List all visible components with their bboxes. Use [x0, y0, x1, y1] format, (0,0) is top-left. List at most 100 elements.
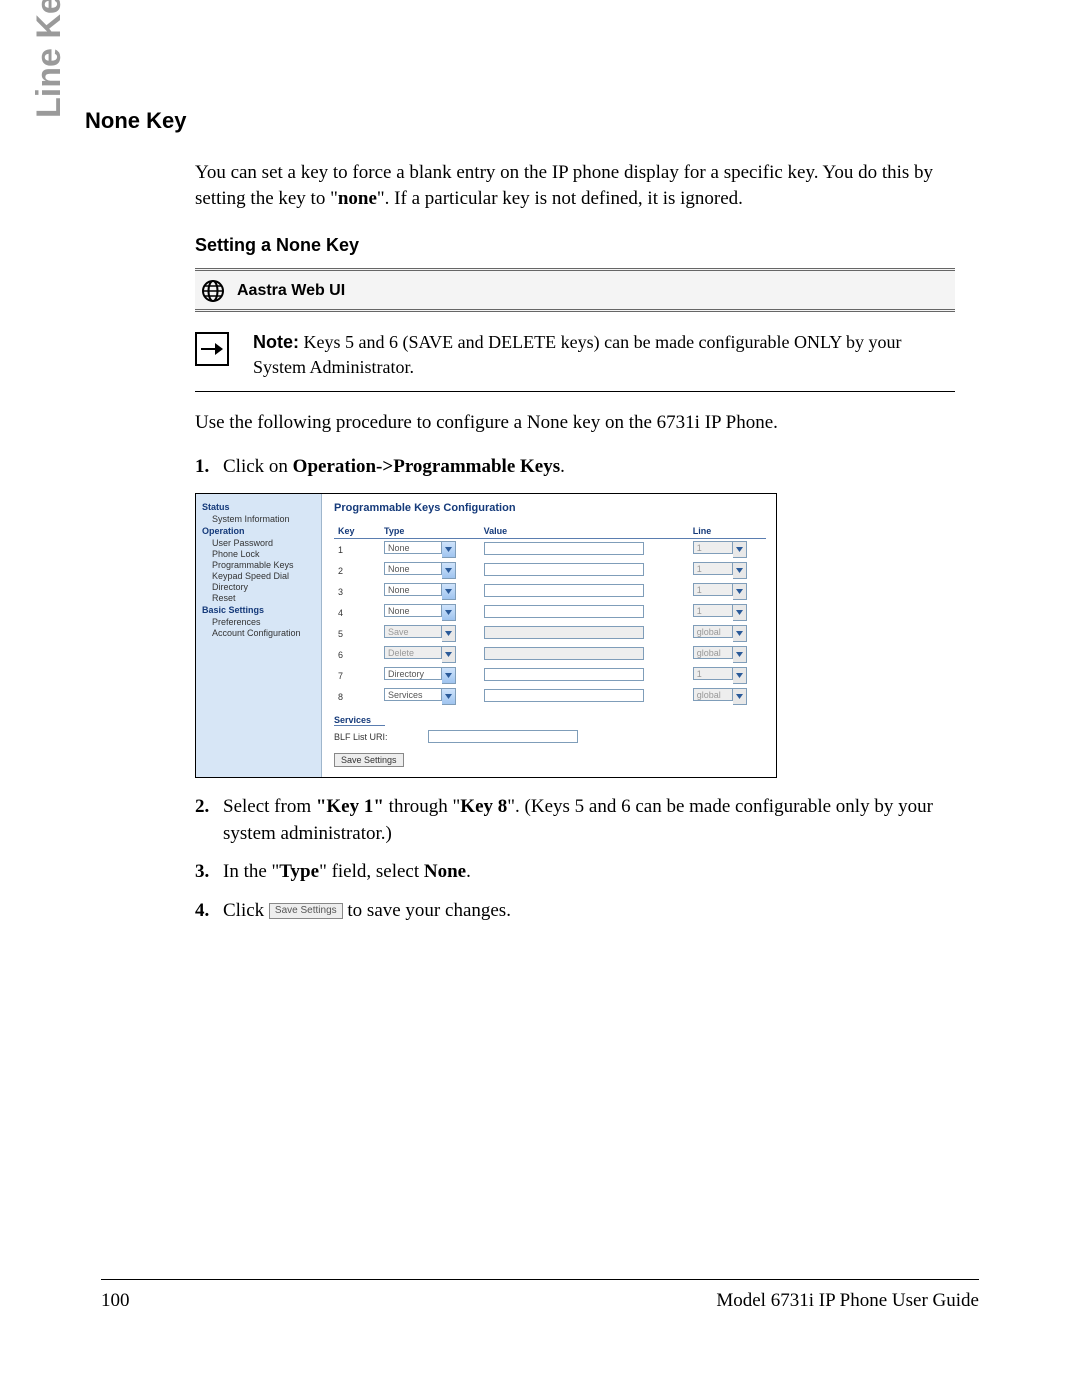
- save-settings-button[interactable]: Save Settings: [334, 753, 404, 767]
- chevron-down-icon: [733, 562, 747, 579]
- chevron-down-icon: [733, 583, 747, 600]
- footer-title: Model 6731i IP Phone User Guide: [716, 1290, 979, 1312]
- nav-sidebar: Status System Information Operation User…: [196, 494, 322, 777]
- webui-title: Aastra Web UI: [237, 282, 345, 300]
- step-2: Select from "Key 1" through "Key 8". (Ke…: [195, 794, 955, 847]
- type-select[interactable]: None: [384, 562, 442, 575]
- value-input[interactable]: [484, 563, 644, 576]
- table-row: 6 Delete global: [334, 644, 766, 665]
- table-row: 7 Directory 1: [334, 665, 766, 686]
- note-block: Note: Keys 5 and 6 (SAVE and DELETE keys…: [195, 330, 955, 379]
- services-header: Services: [334, 715, 385, 726]
- type-select[interactable]: Services: [384, 688, 442, 701]
- chevron-down-icon[interactable]: [442, 562, 456, 579]
- line-select: global: [693, 646, 733, 659]
- value-input[interactable]: [484, 584, 644, 597]
- programmable-keys-screenshot: Status System Information Operation User…: [195, 493, 777, 778]
- value-input: [484, 626, 644, 639]
- value-input: [484, 647, 644, 660]
- arrow-right-icon: [195, 332, 229, 366]
- chevron-down-icon[interactable]: [442, 604, 456, 621]
- line-select: global: [693, 625, 733, 638]
- key-number: 2: [334, 560, 380, 581]
- chevron-down-icon[interactable]: [442, 541, 456, 558]
- chevron-down-icon: [733, 541, 747, 558]
- chevron-down-icon: [733, 625, 747, 642]
- type-select: Delete: [384, 646, 442, 659]
- chevron-down-icon: [442, 646, 456, 663]
- chevron-down-icon[interactable]: [442, 688, 456, 705]
- table-row: 2 None 1: [334, 560, 766, 581]
- line-select: global: [693, 688, 733, 701]
- key-number: 4: [334, 602, 380, 623]
- blf-label: BLF List URI:: [334, 732, 388, 742]
- section-label: Line Keys and Programmable Keys: [30, 0, 80, 118]
- type-select[interactable]: Directory: [384, 667, 442, 680]
- value-input[interactable]: [484, 542, 644, 555]
- value-input[interactable]: [484, 689, 644, 702]
- table-row: 8 Services global: [334, 686, 766, 707]
- page-heading: None Key: [85, 108, 955, 134]
- keys-table: Key Type Value Line 1None12None13None14N…: [334, 524, 766, 707]
- table-row: 1 None 1: [334, 539, 766, 561]
- nav-preferences[interactable]: Preferences: [212, 617, 317, 627]
- table-row: 5 Save global: [334, 623, 766, 644]
- line-select: 1: [693, 541, 733, 554]
- nav-operation[interactable]: Operation: [202, 526, 317, 536]
- intro-paragraph: You can set a key to force a blank entry…: [85, 160, 955, 211]
- value-input[interactable]: [484, 668, 644, 681]
- table-row: 3 None 1: [334, 581, 766, 602]
- nav-status[interactable]: Status: [202, 502, 317, 512]
- chevron-down-icon[interactable]: [442, 583, 456, 600]
- nav-keypad-speed-dial[interactable]: Keypad Speed Dial: [212, 571, 317, 581]
- key-number: 7: [334, 665, 380, 686]
- note-text: Keys 5 and 6 (SAVE and DELETE keys) can …: [253, 332, 902, 376]
- chevron-down-icon[interactable]: [442, 667, 456, 684]
- step-1: Click on Operation->Programmable Keys.: [195, 454, 955, 481]
- step-3: In the "Type" field, select None.: [195, 859, 955, 886]
- nav-basic-settings[interactable]: Basic Settings: [202, 605, 317, 615]
- col-type: Type: [380, 524, 480, 539]
- nav-programmable-keys[interactable]: Programmable Keys: [212, 560, 317, 570]
- col-key: Key: [334, 524, 380, 539]
- type-select: Save: [384, 625, 442, 638]
- chevron-down-icon: [733, 604, 747, 621]
- chevron-down-icon: [733, 667, 747, 684]
- line-select: 1: [693, 583, 733, 596]
- col-line: Line: [689, 524, 766, 539]
- nav-phone-lock[interactable]: Phone Lock: [212, 549, 317, 559]
- nav-user-password[interactable]: User Password: [212, 538, 317, 548]
- chevron-down-icon: [733, 646, 747, 663]
- chevron-down-icon: [442, 625, 456, 642]
- webui-header-bar: Aastra Web UI: [195, 268, 955, 312]
- type-select[interactable]: None: [384, 583, 442, 596]
- line-select: 1: [693, 667, 733, 680]
- nav-account-configuration[interactable]: Account Configuration: [212, 628, 317, 638]
- table-row: 4 None 1: [334, 602, 766, 623]
- type-select[interactable]: None: [384, 604, 442, 617]
- nav-system-information[interactable]: System Information: [212, 514, 317, 524]
- value-input[interactable]: [484, 605, 644, 618]
- col-value: Value: [480, 524, 689, 539]
- key-number: 3: [334, 581, 380, 602]
- procedure-lead: Use the following procedure to configure…: [195, 410, 955, 437]
- key-number: 6: [334, 644, 380, 665]
- key-number: 1: [334, 539, 380, 561]
- nav-directory[interactable]: Directory: [212, 582, 317, 592]
- key-number: 8: [334, 686, 380, 707]
- step-4: Click Save Settings to save your changes…: [195, 898, 955, 925]
- blf-list-uri-input[interactable]: [428, 730, 578, 743]
- inline-save-settings-button[interactable]: Save Settings: [269, 903, 343, 919]
- line-select: 1: [693, 562, 733, 575]
- globe-icon: [201, 279, 225, 303]
- nav-reset[interactable]: Reset: [212, 593, 317, 603]
- subheading: Setting a None Key: [195, 235, 955, 256]
- key-number: 5: [334, 623, 380, 644]
- note-label: Note:: [253, 332, 299, 352]
- panel-title: Programmable Keys Configuration: [334, 502, 766, 514]
- divider: [195, 391, 955, 392]
- chevron-down-icon: [733, 688, 747, 705]
- type-select[interactable]: None: [384, 541, 442, 554]
- page-number: 100: [101, 1290, 130, 1312]
- line-select: 1: [693, 604, 733, 617]
